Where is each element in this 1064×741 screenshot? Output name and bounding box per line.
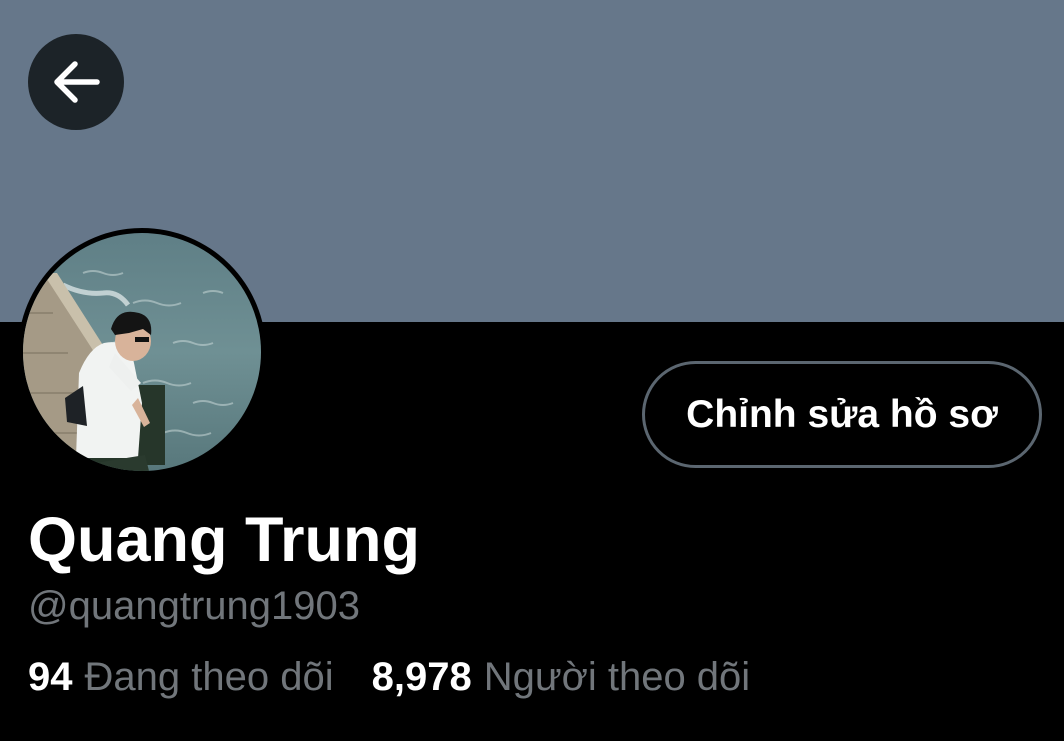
following-count: 94 (28, 655, 73, 699)
followers-count: 8,978 (371, 655, 472, 699)
profile-handle: @quangtrung1903 (28, 584, 360, 628)
back-button[interactable] (28, 34, 124, 130)
profile-display-name: Quang Trung (28, 505, 420, 575)
followers-link[interactable]: 8,978 Người theo dõi (372, 652, 751, 702)
avatar-photo (23, 233, 261, 471)
followers-label: Người theo dõi (483, 655, 751, 699)
following-link[interactable]: 94 Đang theo dõi (28, 652, 334, 702)
edit-profile-button[interactable]: Chỉnh sửa hồ sơ (642, 361, 1042, 468)
profile-stats: 94 Đang theo dõi 8,978 Người theo dõi (28, 652, 750, 702)
avatar[interactable] (23, 233, 261, 471)
following-label: Đang theo dõi (84, 655, 334, 699)
profile-screen: Chỉnh sửa hồ sơ Quang Trung @quangtrung1… (0, 0, 1064, 741)
arrow-left-icon (54, 61, 100, 103)
